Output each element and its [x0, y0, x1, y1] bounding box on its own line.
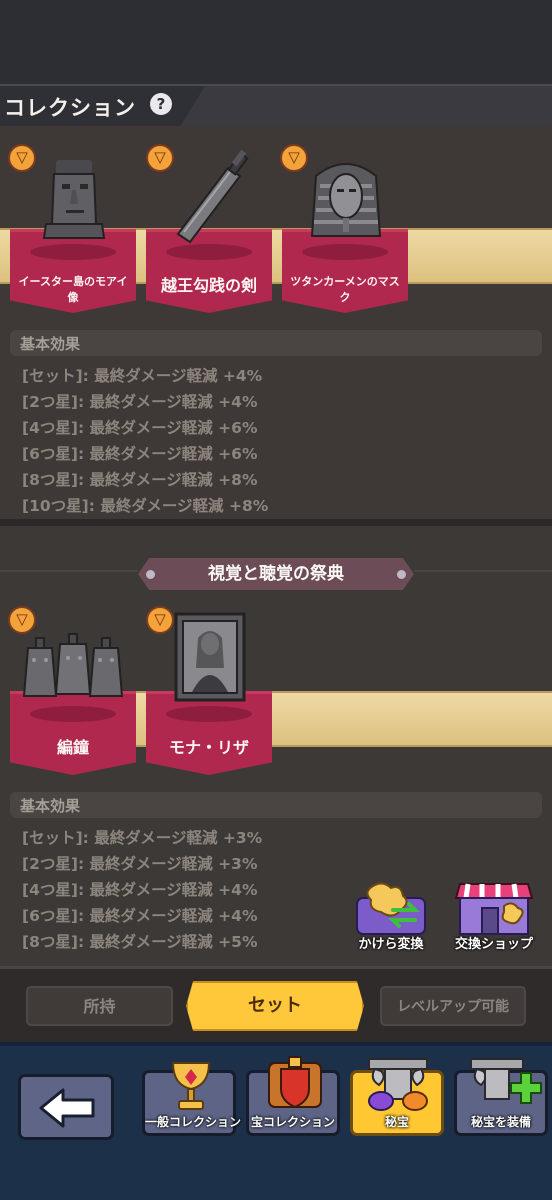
upgrade-badge-icon[interactable]: [146, 144, 174, 172]
card-name: イースター島のモアイ像: [18, 275, 128, 304]
upgrade-badge-icon[interactable]: [8, 606, 36, 634]
bottom-nav: 一般コレクション 宝コレクション 秘宝 秘宝を装備: [0, 1042, 552, 1200]
upgrade-badge-icon[interactable]: [8, 144, 36, 172]
relic-pedestal-icon: [368, 1058, 428, 1111]
card-name: 越王勾践の剣: [160, 276, 257, 295]
effect-line: [6つ星]: 最終ダメージ軽減 +4%: [22, 907, 258, 925]
set-panel-1: イースター島のモアイ像 越王勾践の剣: [0, 126, 552, 521]
nav-equip-relic[interactable]: 秘宝を装備: [454, 1058, 548, 1136]
nav-treasure-collection[interactable]: 宝コレクション: [246, 1056, 340, 1136]
nav-label: 秘宝を装備: [470, 1115, 531, 1129]
effect-line: [4つ星]: 最終ダメージ軽減 +6%: [22, 419, 258, 437]
golden-chalice-icon: [171, 1062, 211, 1110]
effect-line: [10つ星]: 最終ダメージ軽減 +8%: [22, 497, 269, 515]
nav-relic[interactable]: 秘宝: [350, 1058, 444, 1136]
effect-line: [2つ星]: 最終ダメージ軽減 +4%: [22, 393, 258, 411]
effect-line: [8つ星]: 最終ダメージ軽減 +8%: [22, 471, 258, 489]
card-name: 編鐘: [56, 738, 89, 757]
effects-heading: 基本効果: [10, 330, 542, 356]
nav-label: 一般コレクション: [145, 1115, 242, 1129]
effect-line: [セット]: 最終ダメージ軽減 +3%: [22, 829, 263, 847]
title-dot: [397, 570, 406, 579]
exchange-shop-button[interactable]: 交換ショップ: [444, 880, 544, 952]
back-button[interactable]: [18, 1074, 114, 1140]
fragment-convert-icon: [356, 882, 426, 935]
tab-owned[interactable]: 所持: [26, 986, 173, 1026]
help-icon[interactable]: ?: [150, 93, 172, 115]
collection-content[interactable]: イースター島のモアイ像 越王勾践の剣: [0, 126, 552, 966]
title-line-right: [414, 570, 552, 572]
upgrade-badge-icon[interactable]: [146, 606, 174, 634]
effects-heading: 基本効果: [10, 792, 542, 818]
upgrade-badge-icon[interactable]: [280, 144, 308, 172]
exchange-shop-icon: [454, 883, 534, 935]
tab-set[interactable]: セット: [186, 981, 364, 1031]
fragment-convert-button[interactable]: かけら変換: [345, 880, 437, 952]
tab-upgradable[interactable]: レベルアップ可能: [380, 986, 526, 1026]
relic-equip-plus-icon: [470, 1058, 542, 1104]
fragment-convert-label: かけら変換: [358, 937, 424, 952]
status-area: [0, 0, 552, 84]
moai-statue-icon: [42, 160, 106, 239]
mona-lisa-painting-icon: [174, 612, 246, 702]
card-name: モナ・リザ: [168, 738, 249, 757]
effect-line: [6つ星]: 最終ダメージ軽減 +6%: [22, 445, 258, 463]
arrow-left-icon: [39, 1088, 95, 1128]
nav-general-collection[interactable]: 一般コレクション: [142, 1062, 242, 1136]
collection-screen: コレクション ? イースター島のモアイ像 ▽ 越王勾践の剣 ▽ ツタンカーメンの…: [0, 0, 552, 1200]
set-title: 視覚と聴覚の祭典: [138, 558, 414, 590]
filter-tab-bar: 所持 セット レベルアップ可能: [0, 966, 552, 1042]
effect-line: [4つ星]: 最終ダメージ軽減 +4%: [22, 881, 258, 899]
card-name: ツタンカーメンのマスク: [290, 275, 400, 304]
section-divider: [0, 519, 552, 526]
treasure-shield-icon: [268, 1056, 322, 1109]
title-line-left: [0, 570, 138, 572]
title-bar: コレクション: [0, 84, 552, 126]
title-dot: [146, 570, 155, 579]
pharaoh-mask-icon: [310, 163, 382, 237]
nav-label: 秘宝: [384, 1115, 409, 1129]
bronze-sword-icon: [176, 149, 249, 244]
nav-label: 宝コレクション: [250, 1115, 335, 1129]
exchange-shop-label: 交換ショップ: [454, 937, 533, 952]
page-title: コレクション: [4, 96, 136, 120]
effect-line: [2つ星]: 最終ダメージ軽減 +3%: [22, 855, 258, 873]
effect-line: [8つ星]: 最終ダメージ軽減 +5%: [22, 933, 258, 951]
effect-line: [セット]: 最終ダメージ軽減 +4%: [22, 367, 263, 385]
